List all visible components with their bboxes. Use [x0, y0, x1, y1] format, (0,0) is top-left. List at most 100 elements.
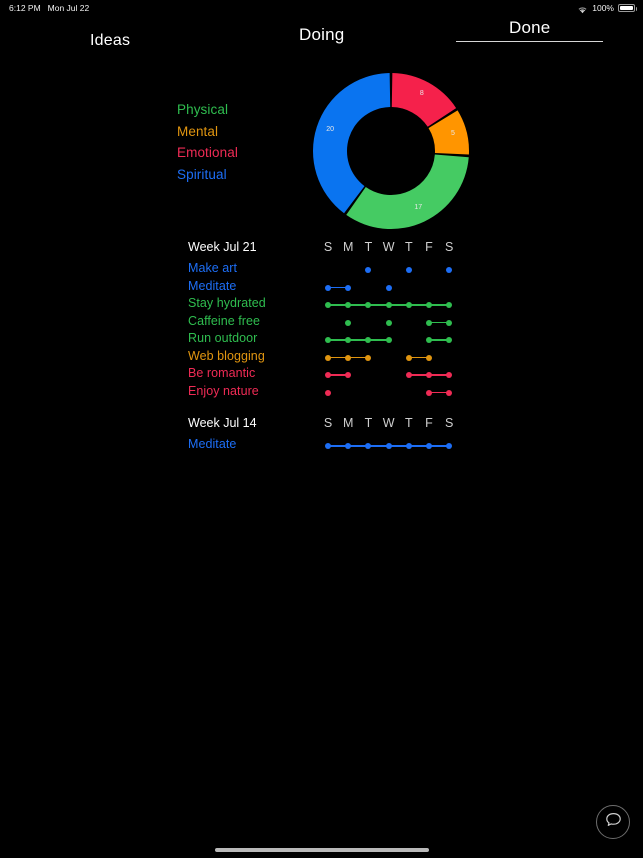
battery-percent-label: 100% — [592, 3, 614, 13]
donut-label-mental: 5 — [451, 130, 455, 138]
week-header: Week Jul 21 S M T W T F S — [0, 240, 643, 261]
habit-day-dot[interactable] — [405, 354, 412, 361]
habit-label: Web blogging — [188, 348, 265, 363]
donut-label-spiritual: 20 — [326, 126, 335, 134]
tab-done-underline — [456, 41, 603, 42]
week-title: Week Jul 21 — [188, 240, 257, 254]
day-column-header: M — [342, 416, 354, 430]
habit-label: Meditate — [188, 278, 237, 293]
habit-day-dot[interactable] — [345, 354, 352, 361]
habit-day-dot[interactable] — [426, 319, 432, 326]
habit-day-dot[interactable] — [385, 284, 392, 291]
habit-day-dot[interactable] — [426, 443, 432, 449]
habit-day-dot[interactable] — [345, 319, 352, 326]
habit-row[interactable]: Web blogging — [0, 349, 643, 367]
day-column-header: S — [323, 416, 333, 430]
habit-day-dot[interactable] — [385, 319, 392, 326]
habit-day-dot[interactable] — [345, 284, 352, 291]
habit-day-dot[interactable] — [405, 372, 412, 378]
habit-day-dot[interactable] — [446, 372, 453, 378]
habit-day-dot[interactable] — [385, 302, 392, 308]
habit-day-dot[interactable] — [325, 354, 331, 361]
habit-day-dot[interactable] — [405, 302, 412, 308]
habit-day-dot[interactable] — [325, 284, 331, 291]
habit-day-dot[interactable] — [426, 337, 432, 343]
tab-done[interactable]: Done — [509, 18, 550, 38]
status-bar-right: 100% — [577, 3, 637, 13]
habit-label: Stay hydrated — [188, 296, 266, 310]
habit-day-dot[interactable] — [365, 302, 372, 308]
tab-ideas[interactable]: Ideas — [90, 32, 130, 50]
habit-row[interactable]: Meditate — [0, 279, 643, 297]
habit-label: Meditate — [188, 437, 237, 451]
day-column-header: T — [364, 416, 373, 430]
habit-label: Make art — [188, 261, 238, 275]
legend-item-emotional[interactable]: Emotional — [177, 142, 297, 164]
tab-doing[interactable]: Doing — [299, 25, 344, 45]
habit-day-dot[interactable] — [446, 267, 453, 273]
habit-row[interactable]: Enjoy nature — [0, 384, 643, 402]
habit-day-dot[interactable] — [446, 319, 453, 326]
habit-day-dot[interactable] — [426, 372, 432, 378]
habit-day-dot[interactable] — [325, 337, 331, 343]
habit-label: Be romantic — [188, 366, 256, 380]
legend-item-physical[interactable]: Physical — [177, 99, 297, 121]
habit-day-dot[interactable] — [345, 443, 352, 449]
home-indicator[interactable] — [214, 848, 429, 852]
habit-row[interactable]: Stay hydrated — [0, 296, 643, 314]
habit-day-dot[interactable] — [426, 302, 432, 308]
tab-bar: Ideas Doing Done — [0, 18, 643, 52]
week-title: Week Jul 14 — [188, 416, 257, 430]
habit-day-dot[interactable] — [446, 443, 453, 449]
habit-day-dot[interactable] — [365, 267, 372, 273]
habit-day-dot[interactable] — [345, 302, 352, 308]
category-legend: Physical Mental Emotional Spiritual — [177, 99, 297, 185]
habit-label: Enjoy nature — [188, 383, 259, 398]
habit-day-dot[interactable] — [345, 372, 352, 378]
habit-row[interactable]: Be romantic — [0, 366, 643, 384]
habit-day-dot[interactable] — [365, 354, 372, 361]
status-bar: 6:12 PM Mon Jul 22 100% — [0, 0, 643, 16]
habit-day-dot[interactable] — [426, 389, 432, 396]
status-date: Mon Jul 22 — [47, 3, 90, 13]
habit-day-dot[interactable] — [325, 372, 331, 378]
habit-label: Caffeine free — [188, 313, 260, 328]
habit-day-dot[interactable] — [426, 354, 432, 361]
habit-row[interactable]: Make art — [0, 261, 643, 279]
habit-day-dot[interactable] — [405, 443, 412, 449]
status-bar-left: 6:12 PM Mon Jul 22 — [9, 3, 89, 13]
habit-row[interactable]: Meditate — [0, 437, 643, 455]
habit-day-dot[interactable] — [385, 443, 392, 449]
day-column-header: T — [404, 416, 413, 430]
donut-label-physical: 17 — [414, 203, 423, 211]
day-column-header: M — [342, 240, 354, 254]
habit-label: Run outdoor — [188, 331, 258, 345]
day-column-header: S — [445, 240, 454, 254]
legend-item-spiritual[interactable]: Spiritual — [177, 164, 297, 186]
day-column-header: W — [382, 416, 395, 430]
chat-button[interactable] — [596, 805, 630, 839]
habit-day-dot[interactable] — [446, 337, 453, 343]
day-column-header: W — [382, 240, 395, 254]
habit-day-dot[interactable] — [446, 389, 453, 396]
donut-slice-spiritual[interactable] — [313, 73, 391, 214]
donut-slice-physical[interactable] — [346, 154, 469, 230]
battery-icon — [618, 4, 637, 12]
habit-day-dot[interactable] — [405, 267, 412, 273]
habit-day-dot[interactable] — [365, 443, 372, 449]
day-column-header: T — [404, 240, 413, 254]
day-column-header: T — [364, 240, 373, 254]
habit-row[interactable]: Run outdoor — [0, 331, 643, 349]
habit-day-dot[interactable] — [365, 337, 372, 343]
week-block: Week Jul 21 S M T W T F S Make art Meditate Stay h… — [0, 240, 643, 401]
habit-day-dot[interactable] — [325, 389, 331, 396]
legend-item-mental[interactable]: Mental — [177, 121, 297, 143]
habit-day-dot[interactable] — [385, 337, 392, 343]
habit-day-dot[interactable] — [446, 302, 453, 308]
habit-day-dot[interactable] — [345, 337, 352, 343]
habit-day-dot[interactable] — [325, 443, 331, 449]
habit-day-dot[interactable] — [325, 302, 331, 308]
speech-bubble-icon — [605, 812, 622, 832]
day-column-header: S — [445, 416, 454, 430]
habit-row[interactable]: Caffeine free — [0, 314, 643, 332]
